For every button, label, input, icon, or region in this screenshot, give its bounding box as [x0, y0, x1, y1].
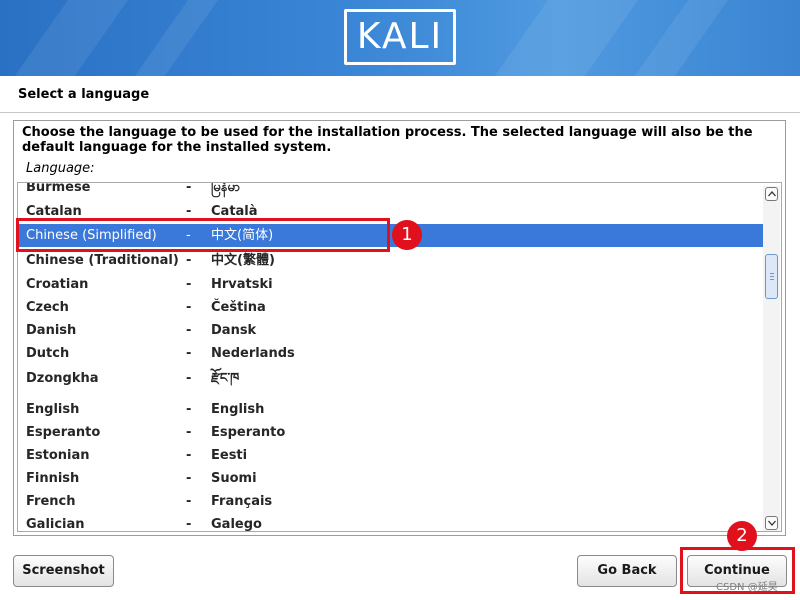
language-native-name: Suomi [211, 471, 257, 486]
language-row[interactable]: French - Français [19, 490, 763, 513]
language-separator: - [186, 448, 192, 463]
language-row[interactable]: Esperanto - Esperanto [19, 421, 763, 444]
language-separator: - [186, 402, 192, 417]
language-separator: - [186, 425, 192, 440]
watermark: CSDN @延昊 [716, 582, 778, 593]
language-row[interactable]: English - English [19, 398, 763, 421]
language-name: Finnish [26, 471, 80, 486]
language-separator: - [186, 517, 192, 532]
language-row[interactable]: Croatian - Hrvatski [19, 273, 763, 296]
language-name: Estonian [26, 448, 90, 463]
language-row[interactable]: Dutch - Nederlands [19, 342, 763, 365]
chevron-up-icon [768, 191, 776, 197]
language-native-name: Nederlands [211, 346, 295, 361]
scroll-up-button[interactable] [765, 187, 778, 201]
language-row[interactable]: Finnish - Suomi [19, 467, 763, 490]
scroll-grip-line [770, 276, 774, 277]
banner-streak [4, 0, 136, 76]
language-native-name: Hrvatski [211, 277, 273, 292]
page-title: Select a language [18, 87, 150, 102]
banner-streak [124, 0, 226, 76]
language-separator: - [186, 346, 192, 361]
language-separator: - [186, 323, 192, 338]
page-description: Choose the language to be used for the i… [22, 125, 753, 155]
language-name: Chinese (Traditional) [26, 253, 179, 268]
language-name: Croatian [26, 277, 89, 292]
language-native-name: Esperanto [211, 425, 286, 440]
title-divider [0, 112, 800, 113]
language-native-name: 中文(繁體) [211, 253, 275, 268]
language-name: English [26, 402, 80, 417]
banner-streak [484, 0, 646, 76]
language-list-label: Language: [26, 161, 95, 176]
language-name: Burmese [26, 182, 91, 195]
banner-streak [624, 0, 736, 76]
language-separator: - [186, 182, 192, 195]
language-separator: - [186, 300, 192, 315]
go-back-button[interactable]: Go Back [577, 555, 677, 587]
language-separator: - [186, 253, 192, 268]
language-name: Dutch [26, 346, 70, 361]
language-row[interactable]: Czech - Čeština [19, 296, 763, 319]
kali-logo: KALI [344, 9, 456, 65]
language-separator: - [186, 371, 192, 386]
scroll-grip-line [770, 273, 774, 274]
language-native-name: Français [211, 494, 273, 509]
language-name: Dzongkha [26, 371, 99, 386]
language-native-name: Eesti [211, 448, 248, 463]
language-name: French [26, 494, 76, 509]
language-separator: - [186, 471, 192, 486]
language-native-name: Dansk [211, 323, 257, 338]
language-name: Galician [26, 517, 85, 532]
step-badge-1: 1 [392, 220, 422, 250]
language-list-scrollbar[interactable] [763, 186, 780, 531]
language-name: Esperanto [26, 425, 101, 440]
language-native-name: རྫོང་ཁ [211, 371, 240, 386]
language-name: Danish [26, 323, 77, 338]
language-row[interactable]: Dzongkha - རྫོང་ཁ [19, 367, 763, 390]
callout-highlight-selection [16, 218, 390, 252]
chevron-down-icon [768, 520, 776, 526]
scroll-thumb[interactable] [765, 254, 778, 299]
language-row[interactable]: Chinese (Traditional) - 中文(繁體) [19, 249, 763, 272]
step-badge-2: 2 [727, 521, 757, 551]
language-row[interactable]: Estonian - Eesti [19, 444, 763, 467]
language-native-name: English [211, 402, 265, 417]
header-banner: KALI [0, 0, 800, 76]
language-separator: - [186, 277, 192, 292]
language-native-name: Galego [211, 517, 262, 532]
language-name: Czech [26, 300, 69, 315]
scroll-grip-line [770, 279, 774, 280]
language-native-name: မြန်မာ [211, 182, 241, 195]
scroll-down-button[interactable] [765, 516, 778, 530]
screenshot-button[interactable]: Screenshot [13, 555, 114, 587]
language-native-name: Čeština [211, 300, 266, 315]
kali-logo-text: KALI [356, 16, 444, 57]
language-row[interactable]: Burmese - မြန်မာ [19, 182, 763, 199]
language-row[interactable]: Galician - Galego [19, 513, 763, 532]
language-separator: - [186, 494, 192, 509]
language-row[interactable]: Danish - Dansk [19, 319, 763, 342]
